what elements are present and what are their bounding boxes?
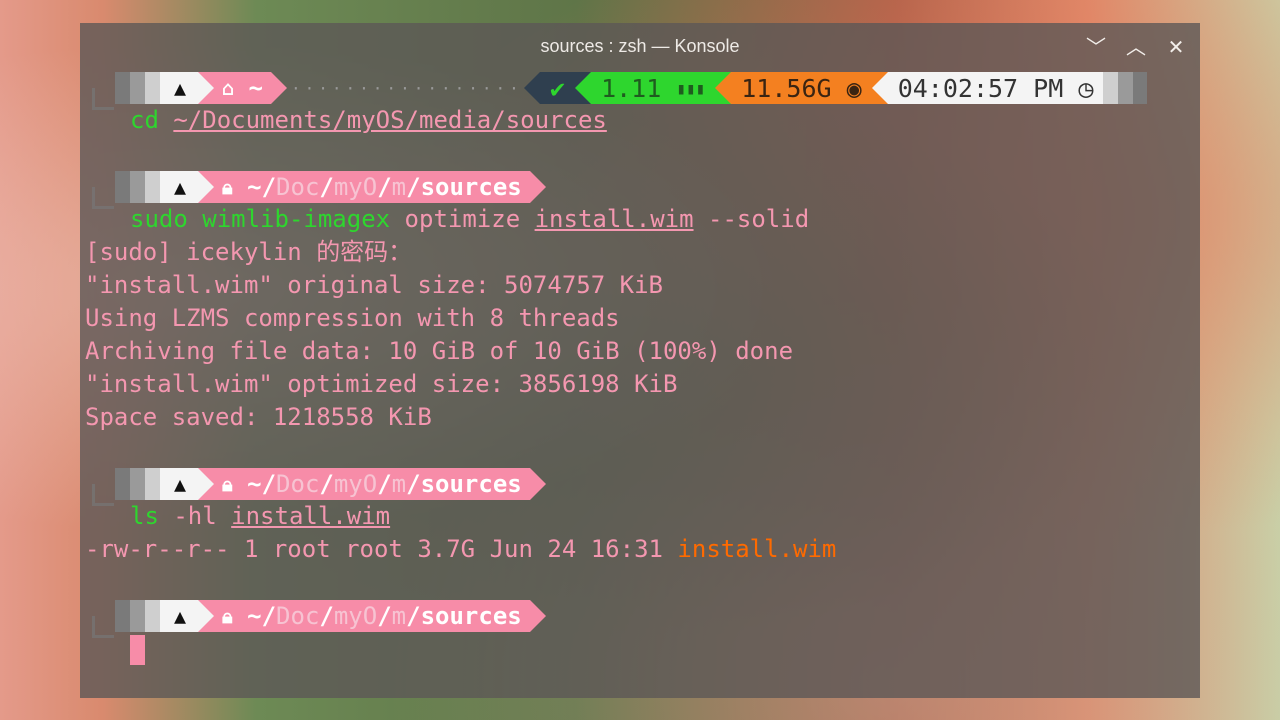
left-block-1 <box>115 171 130 203</box>
left-block-3 <box>145 468 160 500</box>
command-arg: install.wim <box>534 205 694 233</box>
path-prefix: ~/ <box>247 469 277 498</box>
command-line-1: cd ~/Documents/myOS/media/sources <box>130 104 607 137</box>
command-name: sudo wimlib-imagex <box>130 205 391 233</box>
command-arg: ~/Documents/myOS/media/sources <box>173 106 607 134</box>
window-title: sources : zsh — Konsole <box>540 36 740 56</box>
left-block-2 <box>130 171 145 203</box>
left-block-1 <box>115 600 130 632</box>
path-segment: ⌂ ~ <box>214 72 271 104</box>
titlebar: sources : zsh — Konsole ﹀ ︿ ✕ <box>80 23 1200 71</box>
path-part: m <box>391 601 407 630</box>
left-block-3 <box>145 600 160 632</box>
output-line: "install.wim" original size: 5074757 KiB <box>85 271 663 299</box>
command-arg: install.wim <box>231 502 391 530</box>
ls-prefix: -rw-r--r-- 1 root root 3.7G Jun 24 16:31 <box>85 535 678 563</box>
path-prefix: ~/ <box>247 172 277 201</box>
left-block-2 <box>130 468 145 500</box>
path-current: sources <box>420 469 522 498</box>
output-line: "install.wim" optimized size: 3856198 Ki… <box>85 370 678 398</box>
lock-icon: 🔒︎ <box>222 174 233 199</box>
terminal-area[interactable]: ▲ ⌂ ~ ················· cd ~/Documents/m… <box>80 71 1200 698</box>
output-line: Space saved: 1218558 KiB <box>85 403 432 431</box>
prompt-line-2: ▲ 🔒︎ ~/Doc / myO / m / sources <box>115 171 546 203</box>
prompt-corner <box>92 616 114 638</box>
path-part: myO <box>333 601 378 630</box>
left-block-1 <box>115 72 130 104</box>
left-block-2 <box>130 72 145 104</box>
command-opt: -hl <box>158 502 232 530</box>
path-home: ~ <box>248 73 263 102</box>
prompt-filler: ················· <box>291 78 523 98</box>
path-prefix: ~/ <box>247 601 277 630</box>
left-block-3 <box>145 171 160 203</box>
prompt-corner <box>92 88 114 110</box>
ls-output-line: -rw-r--r-- 1 root root 3.7G Jun 24 16:31… <box>85 533 836 566</box>
command-line-3: ls -hl install.wim <box>130 500 390 533</box>
ls-file: install.wim <box>677 535 837 563</box>
path-segment: 🔒︎ ~/Doc / myO / m / sources <box>214 171 530 203</box>
left-block-2 <box>130 600 145 632</box>
lock-icon: 🔒︎ <box>222 603 233 628</box>
prompt-line-4: ▲ 🔒︎ ~/Doc / myO / m / sources <box>115 600 546 632</box>
arch-icon: ▲ <box>160 72 199 104</box>
left-block-1 <box>115 468 130 500</box>
arch-icon: ▲ <box>160 600 199 632</box>
path-part: m <box>391 469 407 498</box>
command-name: ls <box>130 502 159 530</box>
prompt-corner <box>92 187 114 209</box>
path-segment: 🔒︎ ~/Doc / myO / m / sources <box>214 468 530 500</box>
arch-icon: ▲ <box>160 468 199 500</box>
path-segment: 🔒︎ ~/Doc / myO / m / sources <box>214 600 530 632</box>
path-part: Doc <box>276 601 320 630</box>
path-part: Doc <box>276 469 320 498</box>
text-cursor <box>130 635 145 665</box>
maximize-button[interactable]: ︿ <box>1123 34 1149 60</box>
path-current: sources <box>420 172 522 201</box>
command-sub: optimize <box>390 205 535 233</box>
left-block-3 <box>145 72 160 104</box>
path-part: myO <box>333 469 378 498</box>
prompt-line-1: ▲ ⌂ ~ ················· <box>115 72 527 104</box>
path-current: sources <box>420 601 522 630</box>
output-line: Using LZMS compression with 8 threads <box>85 304 620 332</box>
prompt-line-3: ▲ 🔒︎ ~/Doc / myO / m / sources <box>115 468 546 500</box>
home-icon: ⌂ <box>222 75 235 100</box>
konsole-window: sources : zsh — Konsole ﹀ ︿ ✕ ✔ 1.11 ▮▮▮… <box>80 23 1200 698</box>
path-part: myO <box>333 172 378 201</box>
arch-icon: ▲ <box>160 171 199 203</box>
path-part: m <box>391 172 407 201</box>
output-line: Archiving file data: 10 GiB of 10 GiB (1… <box>85 337 794 365</box>
close-button[interactable]: ✕ <box>1163 34 1189 60</box>
command-name: cd <box>130 106 159 134</box>
output-line: [sudo] icekylin 的密码： <box>85 238 413 266</box>
lock-icon: 🔒︎ <box>222 471 233 496</box>
path-part: Doc <box>276 172 320 201</box>
minimize-button[interactable]: ﹀ <box>1083 34 1109 60</box>
command-opt: --solid <box>693 205 810 233</box>
command-line-2: sudo wimlib-imagex optimize install.wim … <box>130 203 809 236</box>
prompt-corner <box>92 484 114 506</box>
